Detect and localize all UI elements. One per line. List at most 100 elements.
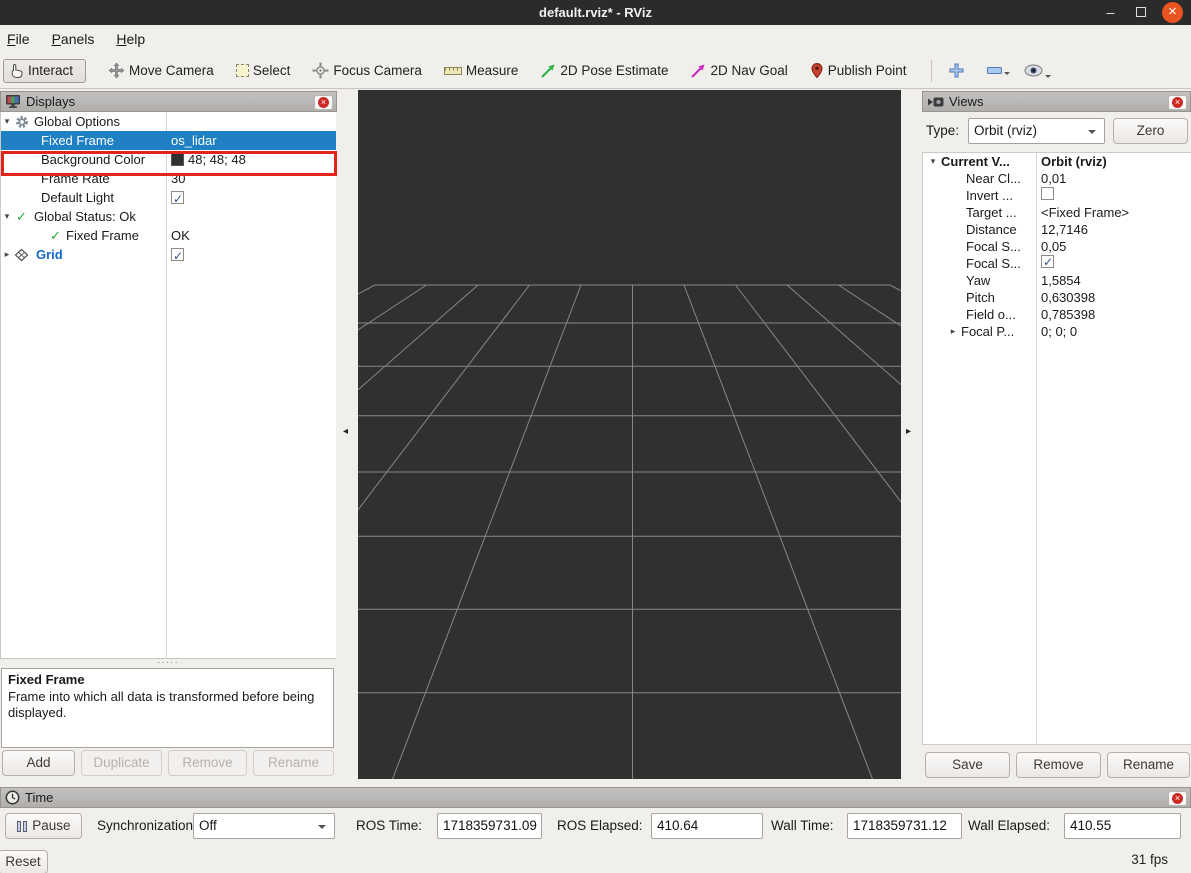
3d-viewport[interactable] — [358, 90, 901, 779]
save-view-button[interactable]: Save — [925, 752, 1010, 778]
tool-publish-point[interactable]: Publish Point — [810, 62, 907, 79]
property-value[interactable]: 0,05 — [1041, 238, 1066, 255]
minimize-button[interactable]: – — [1100, 2, 1121, 23]
display-row-grid[interactable]: ▸ Grid — [1, 245, 336, 264]
crosshair-target-icon — [312, 62, 329, 79]
display-row-background-color[interactable]: Background Color 48; 48; 48 — [1, 150, 336, 169]
property-value[interactable]: os_lidar — [171, 131, 217, 150]
grid-enabled-checkbox[interactable] — [171, 248, 184, 261]
view-row-pitch[interactable]: Pitch 0,630398 — [923, 289, 1191, 306]
monitor-icon — [5, 94, 21, 109]
window-title: default.rviz* - RViz — [0, 0, 1191, 25]
clock-icon — [5, 790, 20, 805]
maximize-button[interactable] — [1130, 2, 1151, 23]
view-row-focal-shape-size[interactable]: Focal S... 0,05 — [923, 238, 1191, 255]
expander-closed-icon[interactable]: ▸ — [947, 326, 959, 337]
synchronization-dropdown[interactable]: Off — [193, 813, 335, 839]
title-bar[interactable]: default.rviz* - RViz – × — [0, 0, 1191, 25]
add-display-button[interactable]: Add — [2, 750, 75, 776]
display-row-global-status[interactable]: ▾ ✓ Global Status: Ok — [1, 207, 336, 226]
right-splitter[interactable]: ▸ — [901, 90, 922, 780]
property-value[interactable]: 0,01 — [1041, 170, 1066, 187]
tool-interact[interactable]: Interact — [3, 59, 86, 83]
menu-file[interactable]: File — [6, 31, 41, 47]
remove-view-button[interactable]: Remove — [1016, 752, 1101, 778]
invert-z-checkbox[interactable] — [1041, 187, 1054, 200]
views-panel-header[interactable]: Views × — [922, 91, 1191, 112]
view-row-invert-z[interactable]: Invert ... — [923, 187, 1191, 204]
display-row-fixed-frame-status[interactable]: ✓ Fixed Frame OK — [1, 226, 336, 245]
property-value[interactable]: 0,785398 — [1041, 306, 1095, 323]
collapse-left-icon[interactable]: ◂ — [343, 426, 348, 437]
display-row-frame-rate[interactable]: Frame Rate 30 — [1, 169, 336, 188]
default-light-checkbox[interactable] — [171, 191, 184, 204]
rename-view-button[interactable]: Rename — [1107, 752, 1190, 778]
tool-label: Move Camera — [129, 63, 214, 78]
view-row-field-of-view[interactable]: Field o... 0,785398 — [923, 306, 1191, 323]
close-window-button[interactable]: × — [1162, 2, 1183, 23]
tool-visibility-button[interactable] — [1024, 64, 1043, 77]
display-row-default-light[interactable]: Default Light — [1, 188, 336, 207]
expander-open-icon[interactable]: ▾ — [1, 211, 13, 222]
grid-icon — [13, 248, 30, 262]
property-value[interactable]: 0,630398 — [1041, 289, 1095, 306]
wall-time-field[interactable]: 1718359731.12 — [847, 813, 962, 839]
remove-display-button[interactable]: Remove — [168, 750, 247, 776]
tool-measure[interactable]: Measure — [444, 63, 519, 78]
menu-help[interactable]: Help — [115, 31, 156, 47]
property-label: Fixed Frame — [41, 133, 114, 148]
tool-focus-camera[interactable]: Focus Camera — [312, 62, 422, 79]
ros-elapsed-field[interactable]: 410.64 — [651, 813, 763, 839]
property-value[interactable]: 1,5854 — [1041, 272, 1081, 289]
expander-closed-icon[interactable]: ▸ — [1, 249, 13, 260]
synchronization-value: Off — [199, 818, 217, 833]
property-value[interactable]: 0; 0; 0 — [1041, 323, 1077, 340]
tool-2d-pose-estimate[interactable]: 2D Pose Estimate — [540, 63, 668, 79]
reset-button[interactable]: Reset — [0, 850, 48, 873]
expander-open-icon[interactable]: ▾ — [1, 116, 13, 127]
view-type-dropdown[interactable]: Orbit (rviz) — [968, 118, 1105, 144]
time-panel-header[interactable]: Time × — [0, 787, 1191, 808]
display-row-fixed-frame[interactable]: Fixed Frame os_lidar — [1, 131, 336, 150]
pause-icon — [17, 821, 21, 832]
close-displays-panel-button[interactable]: × — [314, 95, 333, 110]
minus-icon — [987, 67, 1002, 74]
close-views-panel-button[interactable]: × — [1168, 95, 1187, 110]
rename-display-button[interactable]: Rename — [253, 750, 334, 776]
view-row-distance[interactable]: Distance 12,7146 — [923, 221, 1191, 238]
left-splitter[interactable]: ◂ — [337, 90, 358, 780]
menu-panels[interactable]: Panels — [51, 31, 106, 47]
pause-button[interactable]: Pause — [5, 813, 82, 839]
tool-2d-nav-goal[interactable]: 2D Nav Goal — [690, 63, 787, 79]
tool-move-camera[interactable]: Move Camera — [108, 62, 214, 79]
displays-panel-header[interactable]: Displays × — [0, 91, 337, 112]
property-label: Distance — [966, 222, 1017, 237]
add-tool-button[interactable] — [948, 62, 965, 79]
color-value-text: 48; 48; 48 — [188, 150, 246, 169]
remove-tool-button[interactable] — [987, 67, 1002, 74]
expander-open-icon[interactable]: ▾ — [927, 156, 939, 167]
focal-shape-checkbox[interactable] — [1041, 255, 1054, 268]
green-arrow-icon — [540, 63, 556, 79]
collapse-right-icon[interactable]: ▸ — [906, 426, 911, 437]
property-value[interactable]: 12,7146 — [1041, 221, 1088, 238]
tool-select[interactable]: Select — [236, 63, 291, 78]
ros-time-field[interactable]: 1718359731.09 — [437, 813, 542, 839]
property-value[interactable]: 30 — [171, 169, 185, 188]
property-value[interactable]: 48; 48; 48 — [171, 150, 246, 169]
view-row-near-clip[interactable]: Near Cl... 0,01 — [923, 170, 1191, 187]
close-time-panel-button[interactable]: × — [1168, 791, 1187, 806]
view-row-focal-point[interactable]: ▸ Focal P... 0; 0; 0 — [923, 323, 1191, 340]
duplicate-display-button[interactable]: Duplicate — [81, 750, 162, 776]
tool-bar: Interact Move Camera Select Focus Camera… — [0, 53, 1191, 89]
view-row-current-view[interactable]: ▾ Current V... Orbit (rviz) — [923, 153, 1191, 170]
display-row-global-options[interactable]: ▾ Global Options — [1, 112, 336, 131]
view-row-target-frame[interactable]: Target ... <Fixed Frame> — [923, 204, 1191, 221]
property-label: Fixed Frame — [66, 228, 139, 243]
view-row-focal-shape-fixed[interactable]: Focal S... — [923, 255, 1191, 272]
view-row-yaw[interactable]: Yaw 1,5854 — [923, 272, 1191, 289]
wall-elapsed-field[interactable]: 410.55 — [1064, 813, 1181, 839]
property-value[interactable]: <Fixed Frame> — [1041, 204, 1129, 221]
zero-button[interactable]: Zero — [1113, 118, 1188, 144]
property-label: Pitch — [966, 290, 995, 305]
